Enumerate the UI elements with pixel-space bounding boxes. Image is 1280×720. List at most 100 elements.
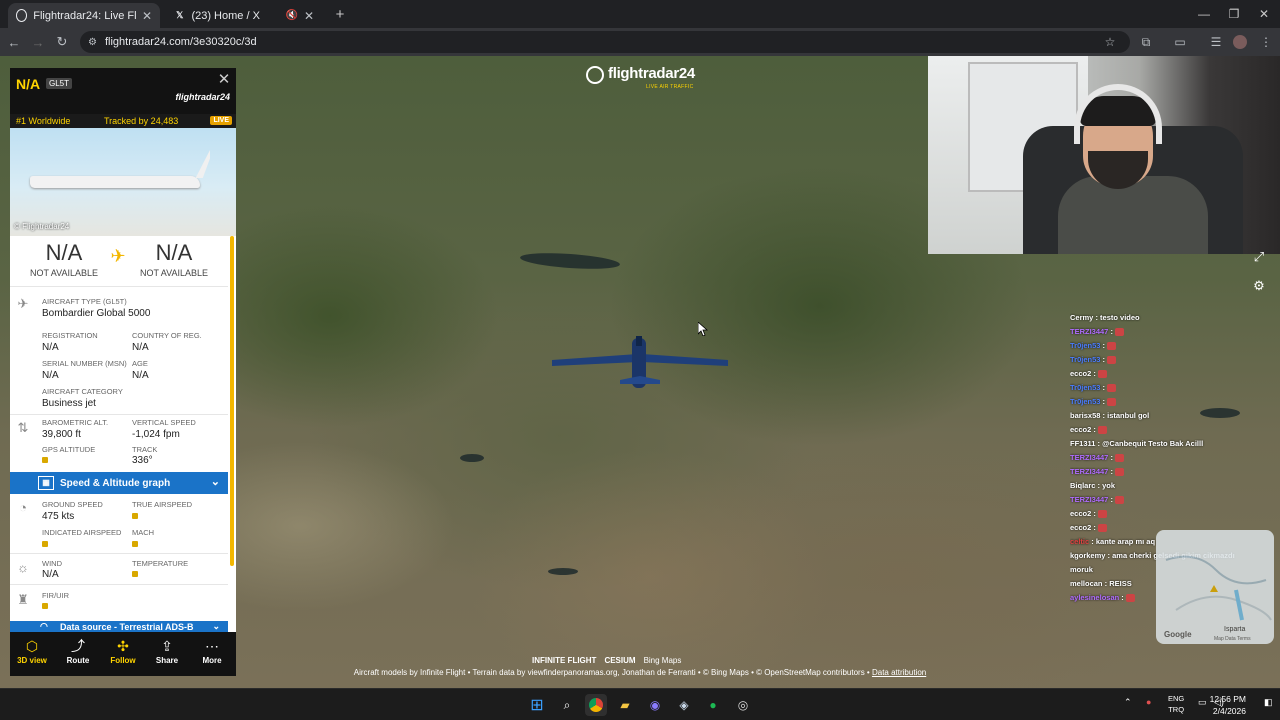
- chat-username[interactable]: ecco2: [1070, 369, 1091, 378]
- menu-icon[interactable]: ⋮: [1256, 32, 1276, 52]
- lock-icon[interactable]: [132, 541, 138, 547]
- bing-maps-logo: Bing Maps: [643, 656, 682, 665]
- chat-text: @Canbequit Testo Bak Acilll: [1102, 439, 1204, 448]
- chat-message: ecco2 :: [1070, 425, 1270, 439]
- reload-button[interactable]: ↻: [52, 32, 72, 52]
- tray-overflow-icon[interactable]: ⌃: [1124, 697, 1132, 708]
- chat-username[interactable]: TERZI3447: [1070, 327, 1108, 336]
- registration-value: N/A: [42, 342, 59, 353]
- close-panel-icon[interactable]: ✕: [216, 72, 232, 88]
- close-window-button[interactable]: ✕: [1248, 0, 1280, 28]
- speed-altitude-graph-toggle[interactable]: ▦ Speed & Altitude graph ⌄: [10, 472, 228, 494]
- tower-icon: ♜: [17, 592, 29, 607]
- live-badge: LIVE: [210, 116, 232, 125]
- minimap[interactable]: Isparta Google Map Data Terms: [1156, 530, 1274, 644]
- chat-username[interactable]: Tr0jen53: [1070, 355, 1100, 364]
- nav-3d-view[interactable]: ⬡ 3D view: [12, 636, 52, 672]
- steam-icon[interactable]: ◈: [673, 694, 695, 716]
- emote-icon: [1107, 384, 1117, 393]
- panel-scrollbar[interactable]: [230, 236, 234, 566]
- chat-text: kante arap mı aq: [1095, 537, 1156, 546]
- category-value: Business jet: [42, 398, 96, 409]
- close-tab-icon[interactable]: ✕: [142, 9, 152, 23]
- windows-start-icon[interactable]: ⊞: [526, 694, 548, 716]
- lock-icon[interactable]: [42, 603, 48, 609]
- emote-icon: [1107, 356, 1117, 365]
- chat-username[interactable]: Tr0jen53: [1070, 383, 1100, 392]
- system-clock[interactable]: 12:56 PM 2/4/2026: [1210, 693, 1246, 717]
- notifications-icon[interactable]: ◧: [1264, 697, 1273, 708]
- lock-icon[interactable]: [42, 541, 48, 547]
- expand-icon[interactable]: ⤢: [1248, 246, 1270, 268]
- chat-username[interactable]: celtic: [1070, 537, 1089, 546]
- downloads-icon[interactable]: ☰: [1206, 32, 1226, 52]
- back-button[interactable]: ←: [4, 32, 24, 52]
- chat-username[interactable]: barisx58: [1070, 411, 1100, 420]
- chat-username[interactable]: Biqlarc: [1070, 481, 1095, 490]
- track-value: 336°: [132, 455, 153, 466]
- forward-button[interactable]: →: [28, 32, 48, 52]
- chat-username[interactable]: ecco2: [1070, 523, 1091, 532]
- close-tab-icon[interactable]: ✕: [304, 9, 314, 23]
- chat-message: Tr0jen53 :: [1070, 397, 1270, 411]
- nav-follow[interactable]: ✣ Follow: [103, 636, 143, 672]
- lock-icon[interactable]: [132, 513, 138, 519]
- chat-message: TERZI3447 :: [1070, 467, 1270, 481]
- chrome-icon[interactable]: [585, 694, 607, 716]
- emote-icon: [1107, 342, 1117, 351]
- chat-message: Cermy : testo video: [1070, 313, 1140, 322]
- nav-share[interactable]: ⇪ Share: [147, 636, 187, 672]
- bookmark-star-icon[interactable]: ☆: [1100, 32, 1120, 52]
- chat-username[interactable]: mellocan: [1070, 579, 1103, 588]
- cast-icon[interactable]: ▭: [1170, 32, 1190, 52]
- chat-username[interactable]: Cermy: [1070, 313, 1093, 322]
- language-indicator[interactable]: ENG TRQ: [1168, 693, 1184, 715]
- chat-username[interactable]: ecco2: [1070, 509, 1091, 518]
- popularity-row: #1 Worldwide Tracked by 24,483 LIVE: [10, 114, 236, 128]
- aircraft-photo[interactable]: © Flightradar24: [10, 128, 236, 236]
- address-bar[interactable]: ⚙ flightradar24.com/3e30320c/3d: [80, 31, 1130, 53]
- lock-icon[interactable]: [42, 457, 48, 463]
- speed-gauge-icon: ◔: [19, 500, 27, 515]
- app-icon[interactable]: ◎: [732, 694, 754, 716]
- chat-message: Tr0jen53 :: [1070, 341, 1270, 355]
- data-attribution-link[interactable]: Data attribution: [872, 668, 926, 677]
- search-icon[interactable]: ⌕: [556, 694, 578, 716]
- new-tab-button[interactable]: +: [324, 0, 356, 28]
- emote-icon: [1097, 426, 1107, 435]
- spotify-icon[interactable]: ●: [702, 694, 724, 716]
- chat-username[interactable]: TERZI3447: [1070, 495, 1108, 504]
- minimap-terms[interactable]: Map Data Terms: [1214, 636, 1251, 642]
- extensions-icon[interactable]: ⧉: [1136, 32, 1156, 52]
- chat-username[interactable]: FF1311: [1070, 439, 1095, 448]
- minimize-button[interactable]: —: [1188, 0, 1220, 28]
- settings-gear-icon[interactable]: ⚙: [1248, 275, 1270, 297]
- tab-flightradar[interactable]: Flightradar24: Live Flight Tracker ✕: [8, 3, 160, 28]
- network-icon[interactable]: ▭: [1198, 697, 1207, 708]
- lock-icon[interactable]: [132, 571, 138, 577]
- mic-icon[interactable]: ●: [1146, 697, 1151, 707]
- chat-username[interactable]: TERZI3447: [1070, 453, 1108, 462]
- chat-username[interactable]: kgorkemy: [1070, 551, 1105, 560]
- emote-icon: [1115, 328, 1125, 337]
- chat-username[interactable]: TERZI3447: [1070, 467, 1108, 476]
- chat-username[interactable]: ecco2: [1070, 425, 1091, 434]
- nav-more[interactable]: ⋯ More: [192, 636, 232, 672]
- chat-username[interactable]: Tr0jen53: [1070, 341, 1100, 350]
- mute-icon[interactable]: 🔇: [285, 10, 297, 21]
- browser-tab-bar: Flightradar24: Live Flight Tracker ✕ 𝕏 (…: [0, 0, 1280, 28]
- emote-icon: [1097, 510, 1107, 519]
- restore-button[interactable]: ❐: [1218, 0, 1250, 28]
- destination-code: N/A: [155, 240, 193, 265]
- chat-username[interactable]: Tr0jen53: [1070, 397, 1100, 406]
- chat-username[interactable]: aylesinelosan: [1070, 593, 1119, 602]
- file-explorer-icon[interactable]: ▰: [614, 694, 636, 716]
- aircraft-model[interactable]: [550, 336, 730, 396]
- site-info-icon[interactable]: ⚙: [88, 37, 97, 48]
- nav-route[interactable]: ⤴ Route: [58, 636, 98, 672]
- lake: [519, 250, 621, 272]
- route-summary: N/A NOT AVAILABLE ✈ N/A NOT AVAILABLE: [10, 236, 236, 286]
- discord-icon[interactable]: ◉: [644, 694, 666, 716]
- profile-avatar[interactable]: [1230, 32, 1250, 52]
- tab-x-home[interactable]: 𝕏 (23) Home / X 🔇 ✕: [166, 3, 322, 28]
